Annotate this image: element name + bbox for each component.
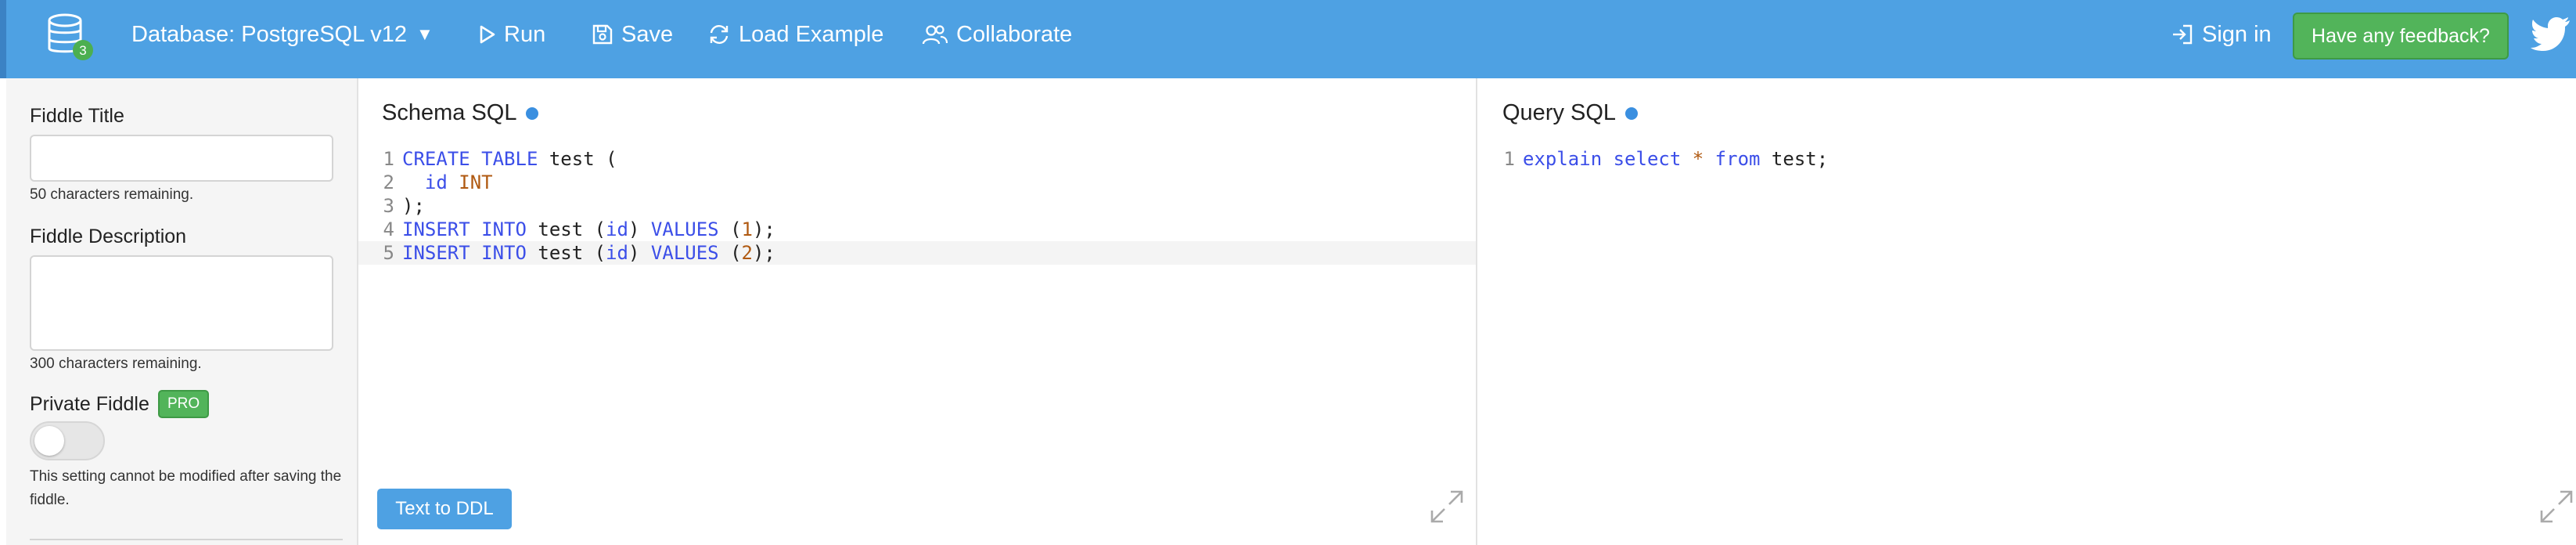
query-title-label: Query SQL — [1502, 100, 1617, 125]
status-dot-icon — [1625, 106, 1639, 120]
database-selector[interactable]: Database: PostgreSQL v12 ▼ — [131, 0, 434, 69]
sign-in-icon — [2173, 24, 2193, 45]
twitter-icon[interactable] — [2531, 16, 2571, 52]
code-line: 4 INSERT INTO test (id) VALUES (1); — [358, 218, 1476, 241]
query-title: Query SQL — [1502, 100, 1639, 126]
fiddle-title-label: Fiddle Title — [30, 105, 124, 127]
run-label: Run — [504, 21, 546, 47]
collaborate-button[interactable]: Collaborate — [922, 0, 1072, 69]
text-to-ddl-button[interactable]: Text to DDL — [377, 489, 512, 529]
sign-in-label: Sign in — [2202, 21, 2272, 47]
line-number: 4 — [383, 218, 394, 240]
fiddle-description-label: Fiddle Description — [30, 226, 187, 247]
line-number: 5 — [383, 242, 394, 264]
collaborate-label: Collaborate — [956, 21, 1073, 47]
schema-title-label: Schema SQL — [382, 100, 517, 125]
run-button[interactable]: Run — [479, 0, 545, 69]
users-icon — [922, 25, 948, 45]
top-navbar: 3 Database: PostgreSQL v12 ▼ Run Save Lo… — [0, 0, 2576, 78]
database-logo-icon[interactable]: 3 — [42, 11, 94, 63]
code-line: 3); — [358, 194, 1476, 218]
fiddle-description-textarea[interactable] — [30, 255, 333, 351]
schema-panel: Schema SQL 1 CREATE TABLE test ( 2 id INT… — [358, 78, 1477, 545]
divider — [30, 539, 343, 540]
feedback-button[interactable]: Have any feedback? — [2293, 13, 2509, 60]
pro-badge: PRO — [158, 390, 210, 418]
private-fiddle-toggle[interactable] — [30, 421, 105, 460]
code-line: 5 INSERT INTO test (id) VALUES (2); — [358, 241, 1476, 265]
fiddle-settings-sidebar: Fiddle Title 50 characters remaining. Fi… — [6, 78, 358, 545]
code-line: 1 CREATE TABLE test ( — [358, 147, 1476, 171]
fiddle-title-hint: 50 characters remaining. — [30, 186, 194, 203]
load-example-button[interactable]: Load Example — [707, 0, 883, 69]
refresh-icon — [710, 25, 729, 44]
private-fiddle-note: This setting cannot be modified after sa… — [30, 468, 342, 508]
expand-icon[interactable] — [1429, 489, 1465, 525]
status-dot-icon — [526, 106, 539, 120]
query-code-editor[interactable]: 1 explain select * from test; — [1479, 147, 2576, 171]
load-example-label: Load Example — [739, 21, 884, 47]
private-fiddle-label: Private Fiddle — [30, 393, 149, 415]
fiddle-description-hint: 300 characters remaining. — [30, 356, 202, 372]
line-number: 1 — [383, 148, 394, 170]
code-line: 1 explain select * from test; — [1479, 147, 2576, 171]
code-line: 2 id INT — [358, 171, 1476, 194]
query-panel: Query SQL 1 explain select * from test; — [1479, 78, 2576, 545]
db-count-badge: 3 — [79, 43, 86, 58]
fiddle-title-input[interactable] — [30, 135, 333, 182]
database-label: Database: PostgreSQL v12 — [131, 21, 407, 47]
schema-title: Schema SQL — [382, 100, 539, 126]
save-label: Save — [621, 21, 674, 47]
line-number: 1 — [1503, 148, 1515, 170]
line-number: 3 — [383, 195, 394, 217]
expand-icon[interactable] — [2538, 489, 2574, 525]
floppy-disk-icon — [592, 24, 613, 45]
toggle-knob — [34, 426, 64, 456]
sign-in-link[interactable]: Sign in — [2171, 0, 2272, 69]
play-icon — [480, 25, 495, 44]
line-number: 2 — [383, 171, 394, 193]
caret-down-icon: ▼ — [416, 24, 434, 44]
schema-code-editor[interactable]: 1 CREATE TABLE test ( 2 id INT 3); 4 INSER… — [358, 147, 1476, 265]
save-button[interactable]: Save — [592, 0, 673, 69]
